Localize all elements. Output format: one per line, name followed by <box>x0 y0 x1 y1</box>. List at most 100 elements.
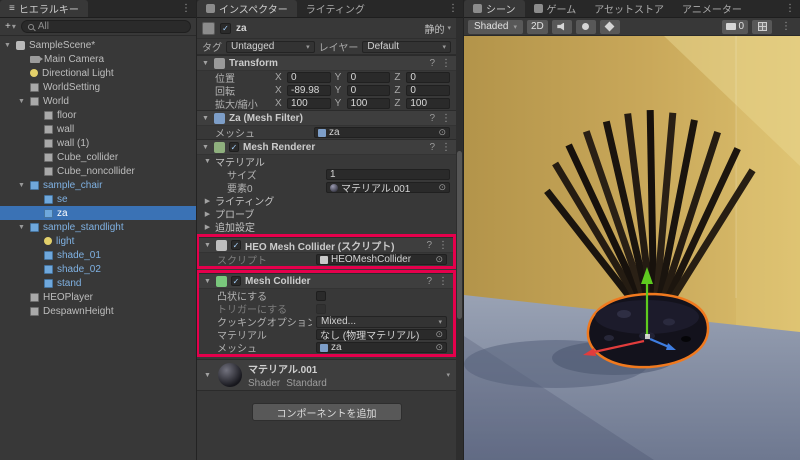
hierarchy-item-worldsetting[interactable]: WorldSetting <box>0 80 196 94</box>
scene-viewport[interactable] <box>464 36 800 460</box>
position-z-field[interactable]: 0 <box>406 72 451 83</box>
hierarchy-item-world[interactable]: ▼ World <box>0 94 196 108</box>
convex-checkbox[interactable] <box>316 290 326 301</box>
hierarchy-item-sample-chair[interactable]: ▼ sample_chair <box>0 178 196 192</box>
heo-mesh-collider-header[interactable]: ▼ ✓ HEO Mesh Collider (スクリプト) ? ⋮ <box>199 237 453 253</box>
hierarchy-item-sample-standlight[interactable]: ▼ sample_standlight <box>0 220 196 234</box>
tab-asset-store[interactable]: アセットストア <box>585 0 673 17</box>
help-icon[interactable]: ? <box>428 58 436 69</box>
scale-x-field[interactable]: 100 <box>287 98 331 109</box>
tab-inspector[interactable]: インスペクター <box>197 0 297 17</box>
mesh-renderer-header[interactable]: ▼ ✓ Mesh Renderer ? ⋮ <box>197 139 456 155</box>
element0-object-field[interactable]: マテリアル.001 ⊙ <box>326 182 450 195</box>
kebab-menu-icon[interactable]: ⋮ <box>440 113 452 124</box>
hierarchy-item-se[interactable]: se <box>0 192 196 206</box>
hierarchy-item-cube-collider[interactable]: Cube_collider <box>0 150 196 164</box>
mesh-object-field[interactable]: za ⊙ <box>314 127 450 138</box>
collider-mesh-object-field[interactable]: za ⊙ <box>316 342 447 353</box>
inspector-scrollbar[interactable] <box>456 18 463 460</box>
foldout-arrow-icon[interactable]: ▼ <box>17 182 26 189</box>
layer-dropdown[interactable]: Default ▾ <box>362 40 452 53</box>
position-x-field[interactable]: 0 <box>287 72 331 83</box>
foldout-arrow-icon[interactable]: ▼ <box>3 42 12 49</box>
tag-dropdown[interactable]: Untagged ▾ <box>226 40 315 53</box>
additional-settings-foldout[interactable]: ▶ 追加設定 <box>197 220 456 234</box>
gizmos-button[interactable] <box>752 19 772 34</box>
object-picker-icon[interactable]: ⊙ <box>438 128 446 137</box>
rotation-x-field[interactable]: -89.98 <box>287 85 331 96</box>
hierarchy-search-input[interactable]: All <box>20 20 191 33</box>
active-checkbox[interactable]: ✓ <box>220 22 231 34</box>
object-picker-icon[interactable]: ⊙ <box>435 255 443 264</box>
material-preview-bar[interactable]: ▼ マテリアル.001 Shader Standard ▾ <box>197 359 456 391</box>
help-icon[interactable]: ? <box>428 142 436 153</box>
transform-header[interactable]: ▼ Transform ? ⋮ <box>197 55 456 71</box>
shader-dropdown[interactable]: Standard <box>286 378 327 389</box>
foldout-arrow-icon[interactable]: ▼ <box>203 242 212 249</box>
kebab-menu-icon[interactable]: ⋮ <box>176 3 196 14</box>
kebab-menu-icon[interactable]: ⋮ <box>437 276 449 287</box>
hierarchy-item-cube-noncollider[interactable]: Cube_noncollider <box>0 164 196 178</box>
is-trigger-checkbox[interactable] <box>316 303 326 314</box>
hierarchy-item-shade-02[interactable]: shade_02 <box>0 262 196 276</box>
foldout-arrow-icon[interactable]: ▼ <box>201 144 210 151</box>
kebab-menu-icon[interactable]: ⋮ <box>440 58 452 69</box>
size-field[interactable]: 1 <box>326 169 450 180</box>
add-component-button[interactable]: コンポーネントを追加 <box>251 403 402 421</box>
object-picker-icon[interactable]: ⊙ <box>435 343 443 352</box>
hierarchy-item-light[interactable]: light <box>0 234 196 248</box>
kebab-menu-icon[interactable]: ⋮ <box>443 3 463 14</box>
audio-toggle-button[interactable] <box>551 19 572 34</box>
hierarchy-item-shade-01[interactable]: shade_01 <box>0 248 196 262</box>
foldout-arrow-icon[interactable]: ▼ <box>201 115 210 122</box>
foldout-arrow-icon[interactable]: ▼ <box>17 224 26 231</box>
mesh-filter-header[interactable]: ▼ Za (Mesh Filter) ? ⋮ <box>197 110 456 126</box>
object-picker-icon[interactable]: ⊙ <box>435 330 443 339</box>
foldout-arrow-icon[interactable]: ▼ <box>201 60 210 67</box>
kebab-menu-icon[interactable]: ⋮ <box>780 3 800 14</box>
hierarchy-item-scene[interactable]: ▼ SampleScene* <box>0 38 196 52</box>
cooking-options-dropdown[interactable]: Mixed... ▾ <box>316 315 447 328</box>
tab-scene[interactable]: シーン <box>464 0 525 17</box>
enabled-checkbox[interactable]: ✓ <box>231 240 241 250</box>
mesh-collider-header[interactable]: ▼ ✓ Mesh Collider ? ⋮ <box>199 273 453 289</box>
object-name-field[interactable]: za <box>236 23 419 34</box>
script-object-field[interactable]: HEOMeshCollider ⊙ <box>316 254 447 265</box>
foldout-arrow-icon[interactable]: ▼ <box>203 278 212 285</box>
scale-z-field[interactable]: 100 <box>406 98 451 109</box>
enabled-checkbox[interactable]: ✓ <box>229 142 239 152</box>
kebab-menu-icon[interactable]: ⋮ <box>776 21 796 32</box>
foldout-arrow-icon[interactable]: ▼ <box>17 98 26 105</box>
lighting-toggle-button[interactable] <box>575 19 596 34</box>
position-y-field[interactable]: 0 <box>346 72 391 83</box>
tab-game[interactable]: ゲーム <box>525 0 586 17</box>
help-icon[interactable]: ? <box>425 240 433 251</box>
help-icon[interactable]: ? <box>428 113 436 124</box>
physic-material-object-field[interactable]: なし (物理マテリアル) ⊙ <box>316 329 447 342</box>
foldout-arrow-icon[interactable]: ▼ <box>203 372 212 379</box>
rotation-y-field[interactable]: 0 <box>346 85 391 96</box>
hierarchy-item-wall-1[interactable]: wall (1) <box>0 136 196 150</box>
tab-lighting[interactable]: ライティング <box>297 0 374 17</box>
hierarchy-item-heoplayer[interactable]: HEOPlayer <box>0 290 196 304</box>
2d-toggle-button[interactable]: 2D <box>527 19 548 34</box>
scrollbar-thumb[interactable] <box>457 150 462 319</box>
hierarchy-item-floor[interactable]: floor <box>0 108 196 122</box>
tab-hierarchy[interactable]: ≡ ヒエラルキー <box>0 0 88 17</box>
create-object-button[interactable]: + ▾ <box>5 21 16 32</box>
static-dropdown[interactable]: 静的 ▾ <box>424 21 451 36</box>
hierarchy-item-despawnheight[interactable]: DespawnHeight <box>0 304 196 318</box>
tab-animator[interactable]: アニメーター <box>673 0 751 17</box>
kebab-menu-icon[interactable]: ⋮ <box>440 142 452 153</box>
hierarchy-item-stand[interactable]: stand <box>0 276 196 290</box>
hierarchy-item-main-camera[interactable]: Main Camera <box>0 52 196 66</box>
help-icon[interactable]: ? <box>425 276 433 287</box>
hierarchy-item-wall[interactable]: wall <box>0 122 196 136</box>
rotation-z-field[interactable]: 0 <box>406 85 451 96</box>
object-picker-icon[interactable]: ⊙ <box>438 183 446 192</box>
hierarchy-item-za-selected[interactable]: za <box>0 206 196 220</box>
enabled-checkbox[interactable]: ✓ <box>231 276 241 286</box>
shading-mode-dropdown[interactable]: Shaded ▾ <box>468 19 523 34</box>
hierarchy-item-directional-light[interactable]: Directional Light <box>0 66 196 80</box>
camera-preview-button[interactable]: 0 <box>722 19 748 34</box>
